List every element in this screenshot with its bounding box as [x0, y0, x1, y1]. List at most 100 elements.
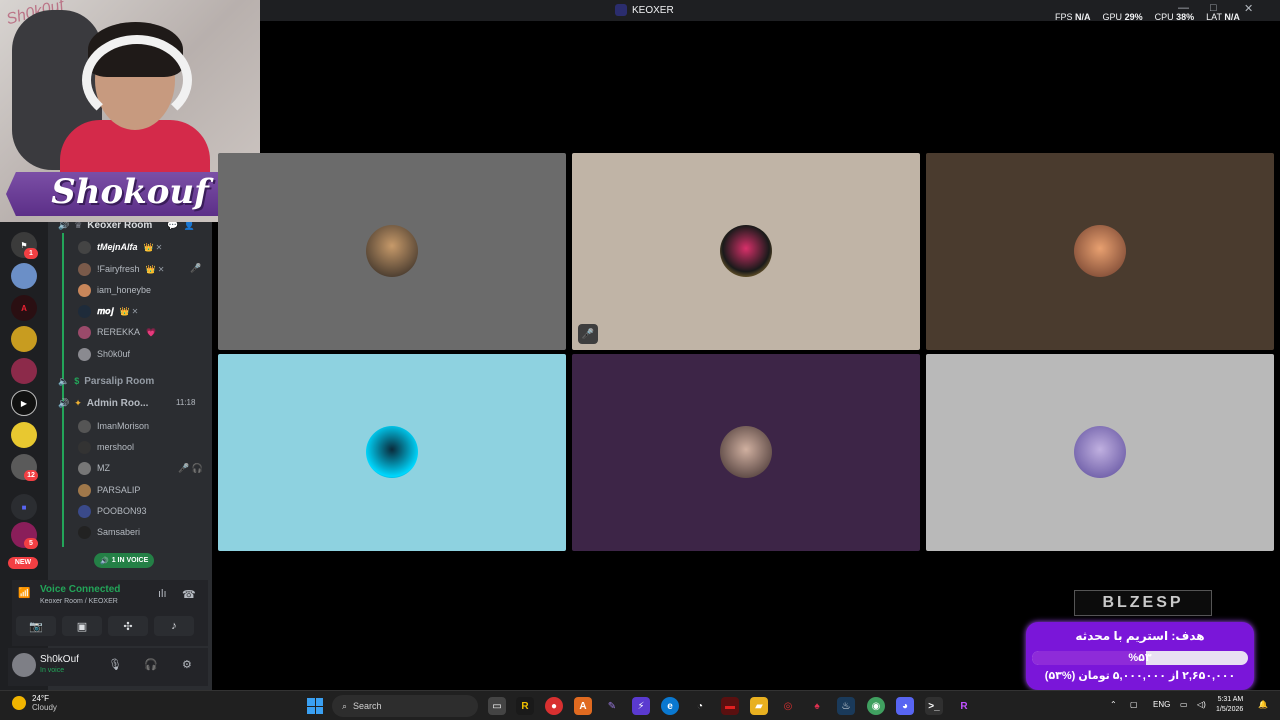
- channel-parsalip-room[interactable]: 🔈 $ Parsalip Room: [58, 373, 154, 389]
- voice-user[interactable]: !Fairyfresh 👑 ✕: [78, 260, 164, 278]
- app-icon[interactable]: ◔: [691, 697, 709, 715]
- close-button[interactable]: ✕: [1244, 2, 1253, 15]
- screen-share-icon: ▣: [76, 620, 88, 633]
- maximize-button[interactable]: □: [1210, 2, 1217, 14]
- voice-user[interactable]: tMejnAlfa 👑 ✕: [78, 238, 162, 256]
- server-icon[interactable]: [11, 358, 37, 384]
- steam-icon[interactable]: ♨: [837, 697, 855, 715]
- server-icon[interactable]: [11, 263, 37, 289]
- app-icon[interactable]: ▬: [721, 697, 739, 715]
- video-tile[interactable]: [926, 153, 1274, 350]
- screen-share-button[interactable]: ▣: [62, 616, 102, 636]
- app-icon: [615, 4, 627, 16]
- video-tile[interactable]: [926, 354, 1274, 551]
- network-icon[interactable]: ▭: [1180, 700, 1188, 709]
- taskbar-search[interactable]: ⌕ Search: [332, 695, 478, 717]
- channel-admin-room[interactable]: 🔊 ✦ Admin Roo...: [58, 395, 148, 411]
- voice-channel-icon: 🔊: [58, 397, 70, 408]
- voice-status[interactable]: Voice Connected: [40, 584, 120, 595]
- voice-user[interactable]: Sh0k0uf: [78, 345, 130, 363]
- camera-button[interactable]: 📷: [16, 616, 56, 636]
- voice-user[interactable]: ImanMorison: [78, 417, 149, 435]
- voice-user[interactable]: mershool: [78, 438, 134, 456]
- voice-user[interactable]: MZ: [78, 459, 110, 477]
- avatar: [78, 419, 91, 433]
- language-indicator[interactable]: ENG: [1153, 700, 1170, 709]
- app-icon[interactable]: ✎: [603, 697, 621, 715]
- tray-chevron-icon[interactable]: ⌃: [1110, 700, 1117, 709]
- voice-user[interactable]: PARSALIP: [78, 481, 140, 499]
- server-icon[interactable]: [11, 422, 37, 448]
- weather-widget[interactable]: 24°F Cloudy: [12, 694, 57, 712]
- avatar: [78, 240, 91, 254]
- tray-icon[interactable]: ▢: [1130, 700, 1138, 709]
- muted-icon: 🎤 🎧: [178, 463, 203, 473]
- clock[interactable]: 5:31 AM 1/5/2026: [1216, 695, 1243, 715]
- discord-icon[interactable]: ◕: [896, 697, 914, 715]
- voice-user[interactable]: Samsaberi: [78, 523, 140, 541]
- avatar: [78, 483, 91, 497]
- voice-icon: 🔊: [100, 557, 109, 565]
- file-explorer-icon[interactable]: ▰: [750, 697, 768, 715]
- start-button[interactable]: [307, 698, 323, 714]
- headphones-graphic: [82, 35, 192, 125]
- activities-button[interactable]: ✣: [108, 616, 148, 636]
- voice-user[interactable]: REREKKA 💗: [78, 323, 156, 341]
- headphones-icon[interactable]: 🎧: [144, 658, 158, 671]
- donation-goal-widget: هدف: استریم با محدثه %۵۳ ۲,۶۵۰,۰۰۰ از ۵,…: [1026, 622, 1254, 690]
- sparkle-icon: ✦: [74, 397, 82, 408]
- video-tile[interactable]: [572, 354, 920, 551]
- voice-user[interactable]: iam_honeybe: [78, 281, 151, 299]
- video-tile[interactable]: [218, 354, 566, 551]
- video-tile[interactable]: 🎤: [572, 153, 920, 350]
- temperature: 24°F: [32, 694, 49, 703]
- app-icon[interactable]: R: [955, 697, 973, 715]
- voice-room[interactable]: Keoxer Room / KEOXER: [40, 598, 118, 605]
- participant-avatar: [720, 225, 772, 277]
- app-icon[interactable]: ⚡: [632, 697, 650, 715]
- avatar: [78, 440, 91, 454]
- avatar[interactable]: [12, 653, 36, 677]
- stat-fps: FPS N/A: [1055, 12, 1091, 22]
- voice-connected-panel: 📶 Voice Connected Keoxer Room / KEOXER ı…: [12, 580, 208, 646]
- search-icon: ⌕: [342, 700, 348, 711]
- server-icon[interactable]: [11, 326, 37, 352]
- volume-icon[interactable]: ◁): [1197, 700, 1206, 709]
- participant-avatar: [366, 426, 418, 478]
- server-icon[interactable]: A: [11, 295, 37, 321]
- voice-user[interactable]: POOBON93: [78, 502, 147, 520]
- app-icon[interactable]: R: [516, 697, 534, 715]
- app-icon[interactable]: A: [574, 697, 592, 715]
- noise-suppression-icon[interactable]: ılı: [158, 588, 167, 600]
- screen: KEOXER FPS N/A GPU 29% CPU 38% LAT N/A —…: [0, 0, 1280, 720]
- stat-gpu: GPU 29%: [1102, 12, 1143, 22]
- weather-icon: [12, 696, 26, 710]
- settings-gear-icon[interactable]: ⚙: [182, 658, 192, 671]
- voice-user[interactable]: 𝒎𝒐𝒋 👑 ✕: [78, 302, 138, 320]
- folder-icon[interactable]: ■: [11, 494, 37, 520]
- video-tile[interactable]: [218, 153, 566, 350]
- signal-icon: 📶: [18, 588, 31, 599]
- user-name[interactable]: Sh0kOuf: [40, 654, 79, 665]
- app-icon[interactable]: ♠: [808, 697, 826, 715]
- muted-icon: 🎤: [190, 263, 202, 273]
- soundboard-button[interactable]: ♪: [154, 616, 194, 636]
- minimize-button[interactable]: —: [1178, 2, 1189, 14]
- app-icon[interactable]: ◉: [867, 697, 885, 715]
- activities-icon: ✣: [123, 620, 133, 633]
- channel-timer: 11:18: [176, 398, 196, 407]
- in-voice-pill[interactable]: 🔊 1 IN VOICE: [94, 553, 155, 568]
- camera-off-icon: 📷: [29, 620, 43, 633]
- edge-icon[interactable]: e: [661, 697, 679, 715]
- terminal-icon[interactable]: >_: [925, 697, 943, 715]
- disconnect-icon[interactable]: ☎: [182, 588, 196, 601]
- server-icon[interactable]: ▶: [11, 390, 37, 416]
- chrome-icon[interactable]: ●: [545, 697, 563, 715]
- weather-condition: Cloudy: [32, 703, 57, 712]
- microphone-icon[interactable]: 🎙: [108, 658, 122, 671]
- task-view-icon[interactable]: ▭: [488, 697, 506, 715]
- user-panel: Sh0kOuf In voice 🎙 🎧 ⚙: [8, 648, 208, 686]
- notification-icon[interactable]: 🔔: [1258, 700, 1268, 709]
- app-icon[interactable]: ◎: [779, 697, 797, 715]
- new-badge: NEW: [8, 557, 38, 569]
